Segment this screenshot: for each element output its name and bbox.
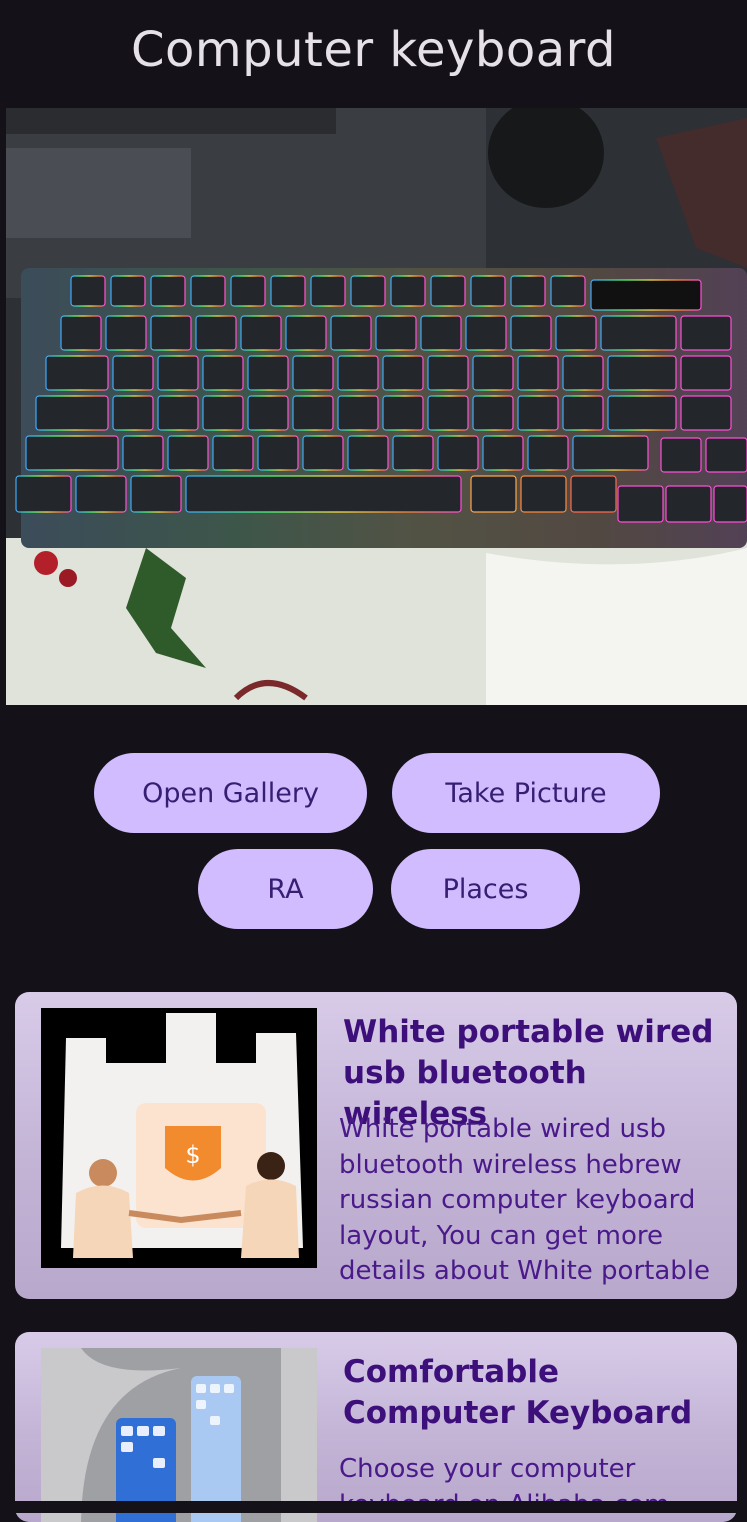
open-gallery-button[interactable]: Open Gallery [94,753,367,833]
result-card[interactable]: $ White portable wired usb bluetooth wir… [15,992,737,1299]
ra-button[interactable]: RA [198,849,373,929]
keyboard-photo [6,108,747,705]
svg-text:$: $ [185,1141,200,1169]
take-picture-button[interactable]: Take Picture [392,753,660,833]
page-title: Computer keyboard [130,22,616,78]
places-button[interactable]: Places [391,849,580,929]
result-card[interactable]: Comfortable Computer Keyboard Choose you… [15,1332,737,1522]
result-thumbnail: $ [41,1008,317,1268]
result-thumbnail [41,1348,317,1522]
bottom-edge [0,1501,747,1513]
result-title: Comfortable Computer Keyboard [343,1354,693,1431]
result-description: White portable wired usb bluetooth wirel… [339,1114,710,1286]
